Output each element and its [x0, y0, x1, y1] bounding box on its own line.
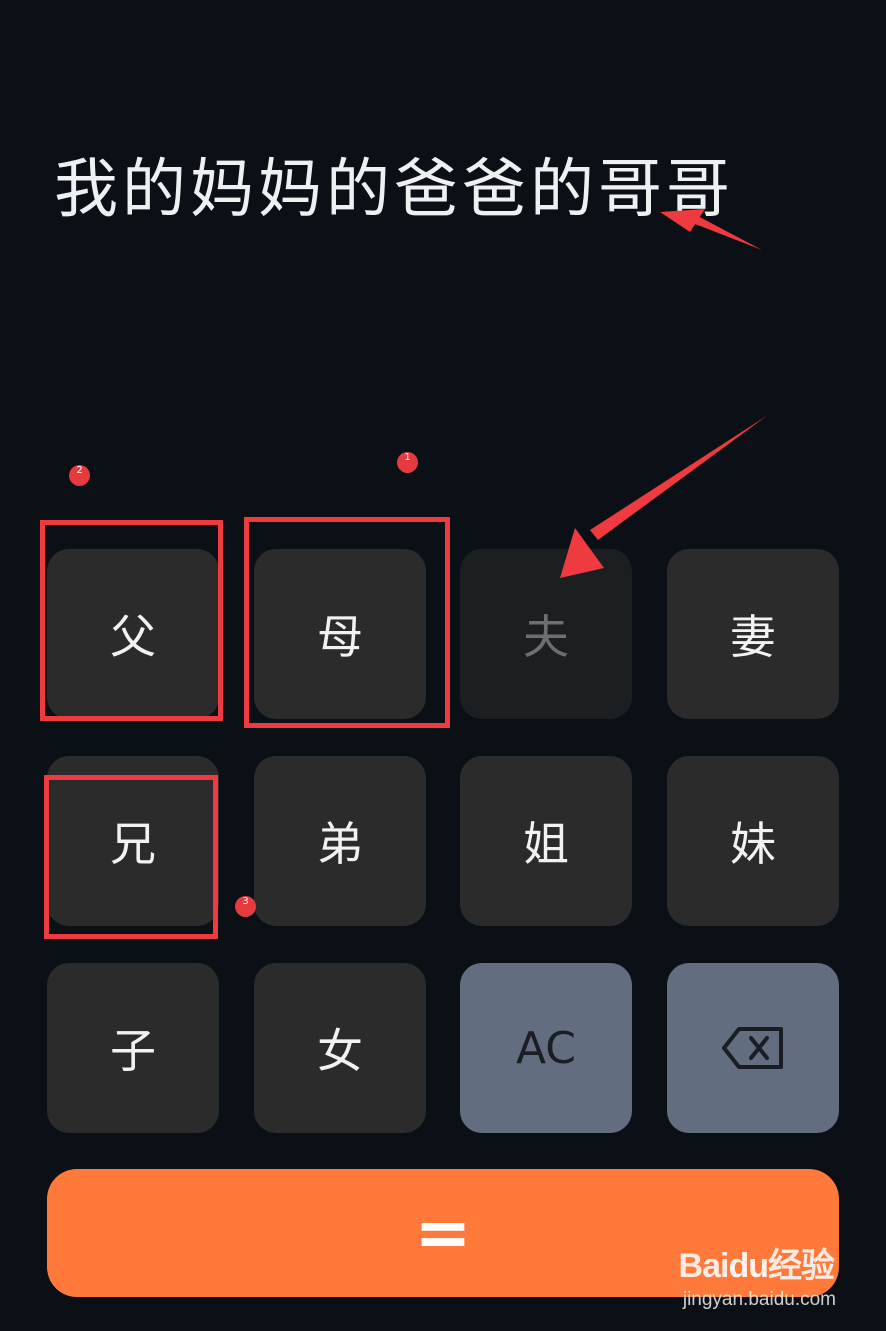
- watermark-url: jingyan.baidu.com: [682, 1289, 836, 1310]
- annotation-arrows: [560, 209, 768, 578]
- baidu-jingyan-watermark: Baidu经验: [678, 1247, 835, 1285]
- arrow-to-expression: [660, 209, 762, 250]
- arrow-to-husband-key: [560, 415, 768, 578]
